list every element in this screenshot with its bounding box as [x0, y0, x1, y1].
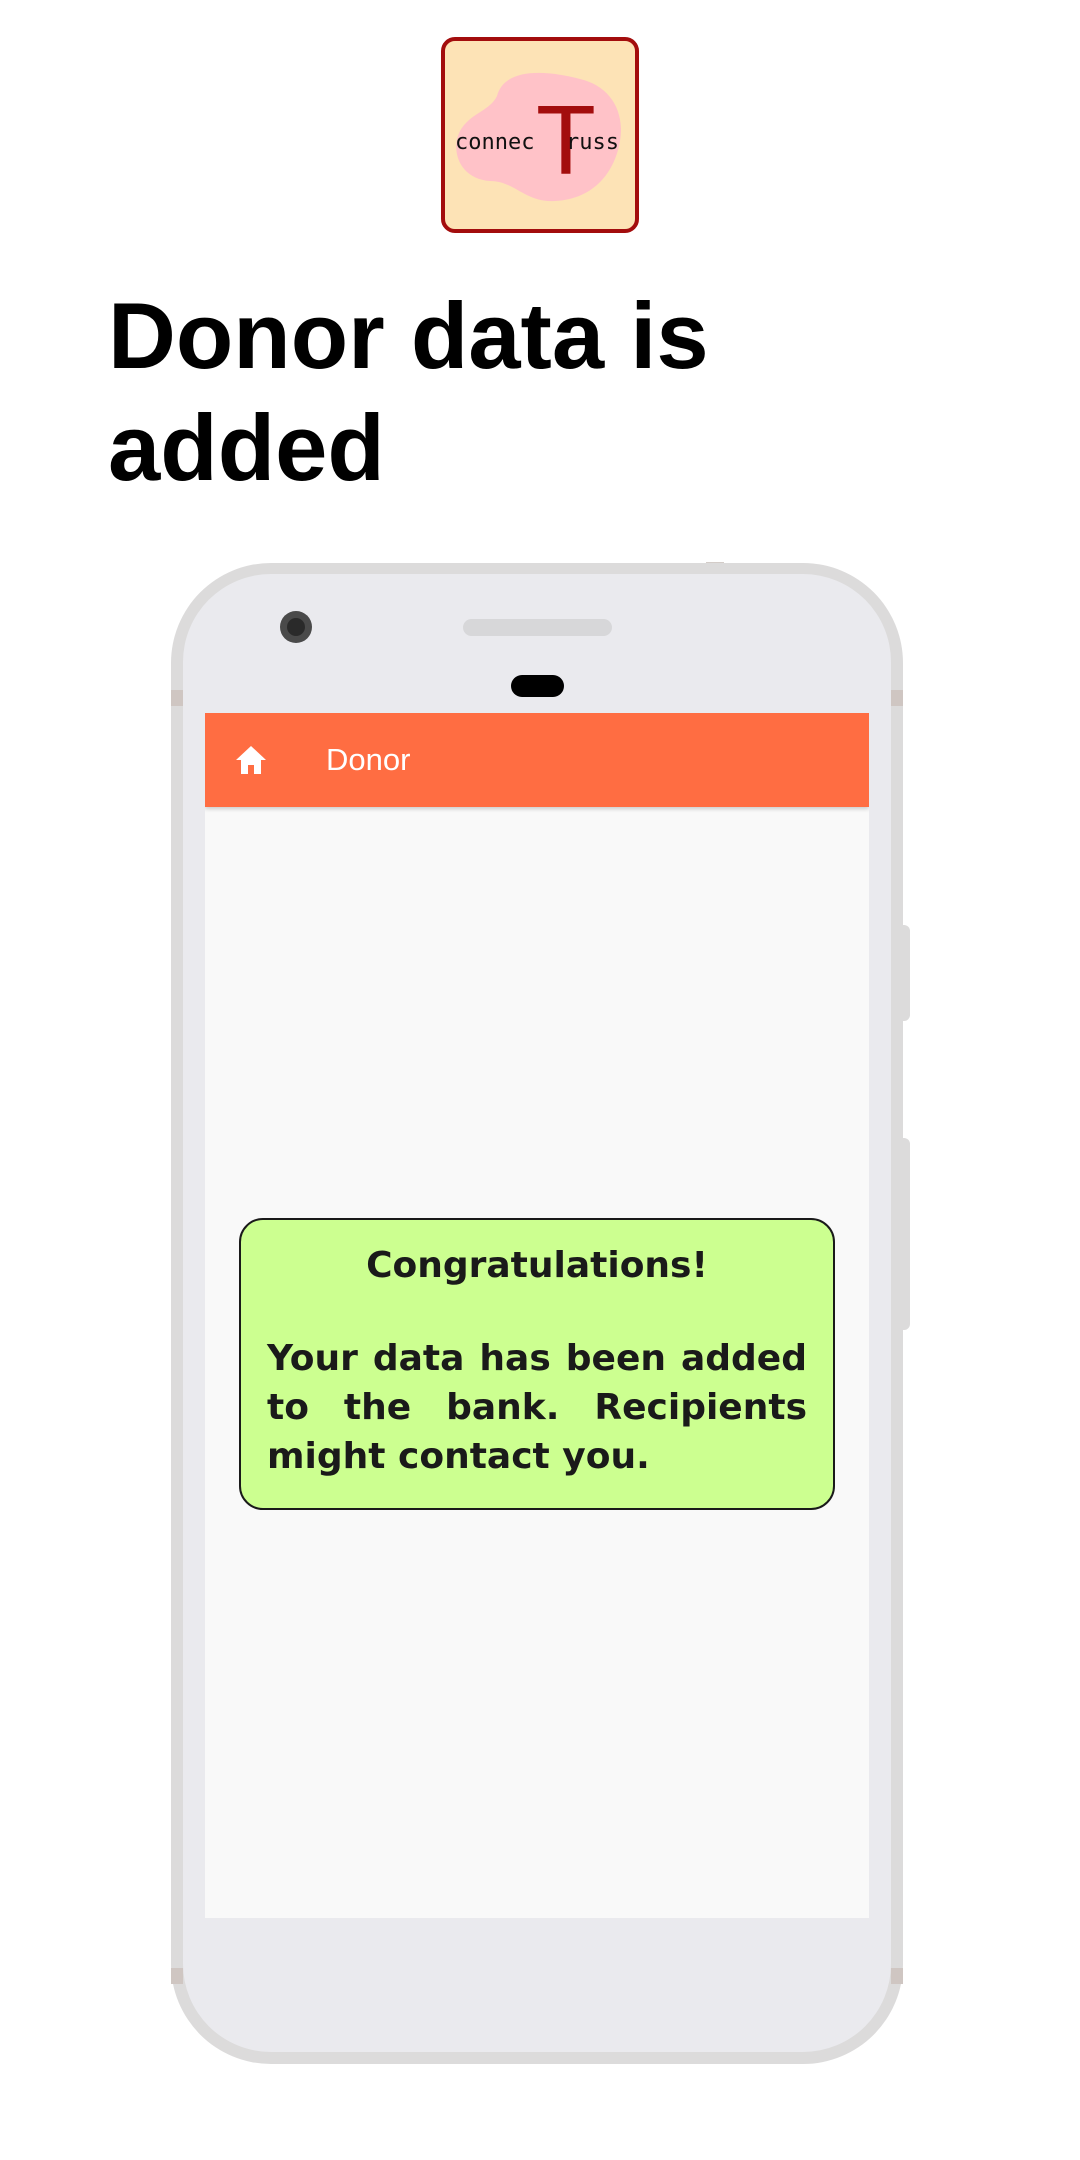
- home-icon: [236, 746, 266, 774]
- phone-sensor: [511, 675, 564, 697]
- message-title: Congratulations!: [366, 1245, 708, 1286]
- app-bar: Donor: [205, 713, 869, 807]
- home-button[interactable]: [231, 741, 271, 779]
- success-message-card: Congratulations! Your data has been adde…: [239, 1218, 835, 1510]
- phone-band-left-bottom: [171, 1968, 183, 1984]
- phone-speaker: [463, 619, 612, 636]
- phone-screen: Donor Congratulations! Your data has bee…: [205, 713, 869, 1918]
- phone-band-right-bottom: [891, 1968, 903, 1984]
- phone-band-left-top: [171, 690, 183, 706]
- phone-band-right-top: [891, 690, 903, 706]
- page: connec T russ Donor data is added Donor …: [0, 0, 1080, 2160]
- message-body: Your data has been added to the bank. Re…: [267, 1338, 807, 1477]
- appbar-title: Donor: [326, 742, 411, 777]
